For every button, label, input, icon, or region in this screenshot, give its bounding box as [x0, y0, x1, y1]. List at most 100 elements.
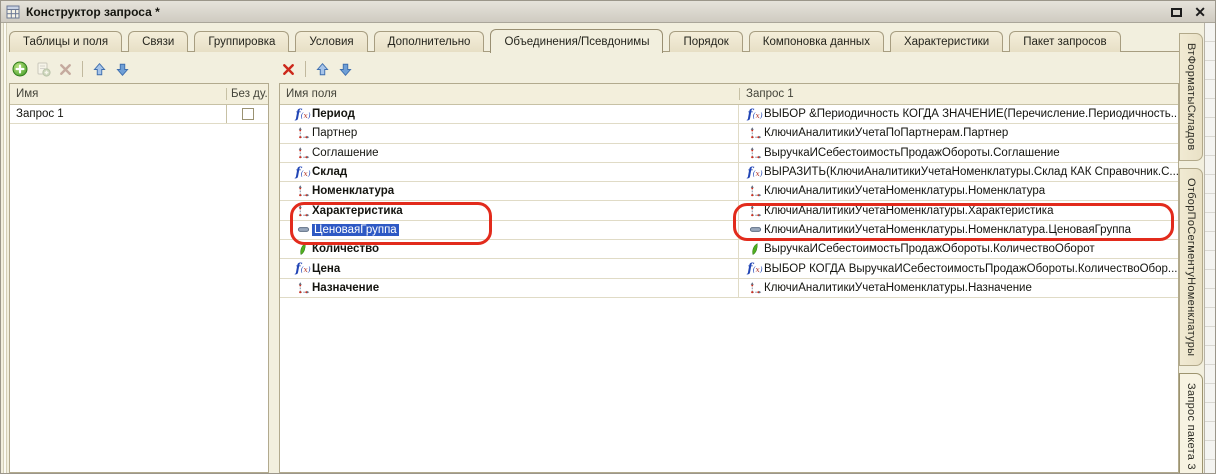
function-icon: f(x) [747, 166, 762, 179]
field-name-text: ЦеноваяГруппа [312, 224, 399, 236]
side-tab-0[interactable]: ВтФорматыСкладов [1179, 33, 1203, 161]
tab-0[interactable]: Таблицы и поля [9, 31, 122, 52]
side-tab-2[interactable]: Запрос пакета 3 [1179, 373, 1203, 474]
add-query-button[interactable] [11, 61, 28, 78]
field-icon [749, 204, 762, 218]
field-row[interactable]: НоменклатураКлючиАналитикиУчетаНоменклат… [280, 182, 1178, 201]
field-name-cell[interactable]: f(x)Период [280, 105, 739, 123]
field-name-cell[interactable]: ЦеноваяГруппа [280, 221, 739, 239]
fields-toolbar [280, 58, 354, 80]
field-name-cell[interactable]: Партнер [280, 124, 739, 142]
field-row[interactable]: Количество ВыручкаИСебестоимостьПродажОбо… [280, 240, 1178, 259]
query-list-panel: Имя Без ду... Запрос 1 [9, 83, 269, 473]
query1-expression-cell[interactable]: КлючиАналитикиУчетаНоменклатуры.Номенкла… [739, 182, 1178, 200]
field-name-cell[interactable]: Соглашение [280, 144, 739, 162]
query1-expression-cell[interactable]: КлючиАналитикиУчетаНоменклатуры.Номенкла… [739, 221, 1178, 239]
field-name-text: Характеристика [312, 205, 403, 217]
query1-expression-text: ВЫБОР КОГДА ВыручкаИСебестоимостьПродажО… [764, 263, 1178, 275]
move-field-down-button[interactable] [337, 61, 354, 78]
move-query-down-button[interactable] [114, 61, 131, 78]
field-row[interactable]: ЦеноваяГруппа КлючиАналитикиУчетаНоменкла… [280, 221, 1178, 240]
minus-icon [749, 223, 762, 236]
arrow-down-icon [115, 62, 130, 77]
background-grid-sliver [1204, 23, 1215, 473]
field-name-cell[interactable]: f(x)Склад [280, 163, 739, 181]
query-package-tab-strip: ВтФорматыСкладов ОтборПоСегментуНоменклат… [1179, 33, 1203, 469]
query1-expression-text: КлючиАналитикиУчетаНоменклатуры.Назначен… [764, 282, 1032, 294]
field-name-text: Количество [312, 243, 379, 255]
tab-9[interactable]: Пакет запросов [1009, 31, 1120, 52]
field-name-cell[interactable]: Назначение [280, 279, 739, 297]
column-header-no-duplicates[interactable]: Без ду... [226, 88, 268, 100]
query-constructor-window: Конструктор запроса * ✕ Таблицы и поля Св… [0, 0, 1216, 474]
query1-expression-cell[interactable]: ВыручкаИСебестоимостьПродажОбороты.Колич… [739, 240, 1178, 258]
query1-expression-cell[interactable]: КлючиАналитикиУчетаНоменклатуры.Характер… [739, 201, 1178, 219]
field-name-text: Цена [312, 263, 340, 275]
column-header-field-name[interactable]: Имя поля [280, 88, 739, 100]
tab-2[interactable]: Группировка [194, 31, 289, 52]
field-row[interactable]: f(x)Ценаf(x)ВЫБОР КОГДА ВыручкаИСебестои… [280, 259, 1178, 278]
query1-expression-cell[interactable]: f(x)ВЫБОР &Периодичность КОГДА ЗНАЧЕНИЕ(… [739, 105, 1178, 123]
query1-expression-text: ВыручкаИСебестоимостьПродажОбороты.Колич… [764, 243, 1095, 255]
tab-8[interactable]: Характеристики [890, 31, 1003, 52]
query1-expression-text: КлючиАналитикиУчетаНоменклатуры.Номенкла… [764, 224, 1131, 236]
move-query-up-button[interactable] [91, 61, 108, 78]
delete-icon [58, 62, 73, 77]
left-edge-border [3, 23, 7, 473]
field-icon [749, 126, 762, 140]
field-row[interactable]: ПартнерКлючиАналитикиУчетаПоПартнерам.Па… [280, 124, 1178, 143]
function-icon: f(x) [295, 262, 310, 275]
query1-expression-cell[interactable]: f(x)ВЫБОР КОГДА ВыручкаИСебестоимостьПро… [739, 259, 1178, 277]
field-icon [749, 184, 762, 198]
field-row[interactable]: f(x)Периодf(x)ВЫБОР &Периодичность КОГДА… [280, 105, 1178, 124]
window-title: Конструктор запроса * [26, 5, 160, 19]
query-name: Запрос 1 [10, 105, 226, 123]
query-list-toolbar [11, 58, 131, 80]
field-name-cell[interactable]: Номенклатура [280, 182, 739, 200]
query1-expression-cell[interactable]: f(x)ВЫРАЗИТЬ(КлючиАналитикиУчетаНоменкла… [739, 163, 1178, 181]
query1-expression-cell[interactable]: КлючиАналитикиУчетаПоПартнерам.Партнер [739, 124, 1178, 142]
title-bar: Конструктор запроса * ✕ [1, 1, 1215, 23]
field-icon [297, 204, 310, 218]
no-duplicates-checkbox[interactable] [242, 108, 254, 120]
field-row[interactable]: СоглашениеВыручкаИСебестоимостьПродажОбо… [280, 144, 1178, 163]
tab-5[interactable]: Объединения/Псевдонимы [490, 29, 663, 53]
query-list-header: Имя Без ду... [10, 84, 268, 105]
tab-6[interactable]: Порядок [669, 31, 742, 52]
column-header-query1[interactable]: Запрос 1 [739, 88, 1178, 100]
delete-field-button[interactable] [280, 61, 297, 78]
maximize-button[interactable] [1171, 8, 1182, 17]
field-icon [297, 281, 310, 295]
field-icon [297, 184, 310, 198]
field-name-cell[interactable]: Количество [280, 240, 739, 258]
minus-icon [297, 223, 310, 236]
query1-expression-cell[interactable]: КлючиАналитикиУчетаНоменклатуры.Назначен… [739, 279, 1178, 297]
query1-expression-text: КлючиАналитикиУчетаНоменклатуры.Характер… [764, 205, 1053, 217]
tab-4[interactable]: Дополнительно [374, 31, 485, 52]
column-header-name[interactable]: Имя [10, 88, 226, 100]
field-name-text: Назначение [312, 282, 379, 294]
field-row[interactable]: f(x)Складf(x)ВЫРАЗИТЬ(КлючиАналитикиУчет… [280, 163, 1178, 182]
window-icon [6, 5, 20, 19]
copy-icon [35, 61, 51, 77]
delete-icon [281, 62, 296, 77]
copy-query-button[interactable] [34, 61, 51, 78]
query1-expression-cell[interactable]: ВыручкаИСебестоимостьПродажОбороты.Согла… [739, 144, 1178, 162]
field-row[interactable]: Назначение КлючиАналитикиУчетаНоменклатур… [280, 279, 1178, 298]
close-button[interactable]: ✕ [1194, 5, 1206, 19]
field-icon [297, 126, 310, 140]
add-icon [12, 61, 28, 77]
tab-1[interactable]: Связи [128, 31, 188, 52]
query-row[interactable]: Запрос 1 [10, 105, 268, 124]
arrow-down-icon [338, 62, 353, 77]
field-name-cell[interactable]: Характеристика [280, 201, 739, 219]
delete-query-button[interactable] [57, 61, 74, 78]
move-field-up-button[interactable] [314, 61, 331, 78]
tab-3[interactable]: Условия [295, 31, 367, 52]
side-tab-1[interactable]: ОтборПоСегментуНоменклатуры [1179, 168, 1203, 366]
field-row[interactable]: Характеристика КлючиАналитикиУчетаНоменкл… [280, 201, 1178, 220]
query1-expression-text: ВЫРАЗИТЬ(КлючиАналитикиУчетаНоменклатуры… [764, 166, 1178, 178]
field-name-text: Склад [312, 166, 347, 178]
field-name-cell[interactable]: f(x)Цена [280, 259, 739, 277]
tab-7[interactable]: Компоновка данных [749, 31, 884, 52]
